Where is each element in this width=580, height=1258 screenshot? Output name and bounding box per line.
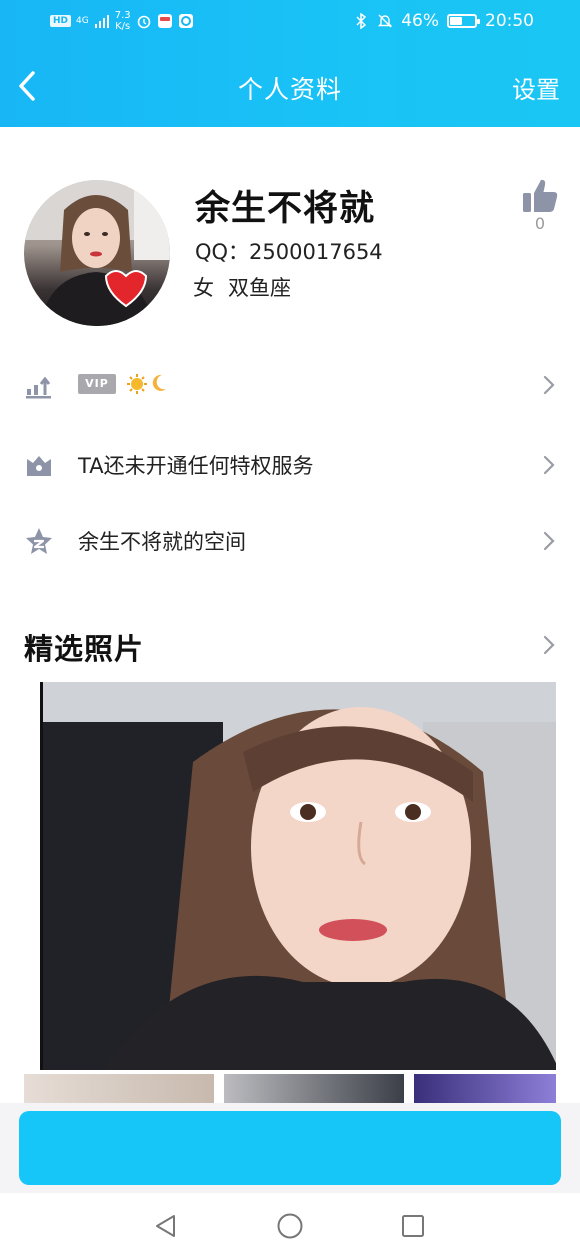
sun-icon bbox=[127, 374, 147, 394]
clock: 20:50 bbox=[485, 11, 534, 31]
avatar-image bbox=[24, 180, 170, 326]
battery-percent: 46% bbox=[401, 11, 439, 31]
profile-name: 余生不将就 bbox=[195, 189, 376, 229]
mute-icon bbox=[378, 14, 393, 28]
moon-icon bbox=[152, 374, 166, 391]
status-left: HD 4G 7.3 K/s bbox=[50, 10, 194, 32]
hd-indicator: HD bbox=[50, 15, 72, 27]
status-right: 46% 20:50 bbox=[353, 11, 534, 31]
profile-meta: 女 双鱼座 bbox=[193, 272, 291, 302]
alarm-icon bbox=[137, 15, 150, 29]
photo-thumbnail[interactable] bbox=[24, 1074, 214, 1104]
privilege-row[interactable]: TA还未开通任何特权服务 bbox=[0, 430, 580, 500]
primary-action-button[interactable] bbox=[19, 1111, 561, 1185]
star-icon bbox=[26, 528, 52, 554]
space-row[interactable]: 余生不将就的空间 bbox=[0, 506, 580, 576]
photo-thumbnail[interactable] bbox=[414, 1074, 556, 1104]
level-row[interactable]: VIP bbox=[0, 350, 580, 420]
thumbs-up-icon[interactable] bbox=[520, 176, 560, 216]
settings-button[interactable]: 设置 bbox=[512, 70, 560, 105]
battery-icon bbox=[447, 14, 480, 28]
gender: 女 bbox=[193, 276, 214, 300]
browser-notification-icon bbox=[178, 14, 193, 28]
vip-badge: VIP bbox=[78, 374, 116, 394]
photos-section-title: 精选照片 bbox=[24, 632, 145, 666]
nav-back-icon[interactable] bbox=[153, 1213, 179, 1239]
space-label: 余生不将就的空间 bbox=[78, 530, 246, 554]
speed-value: 7.3 bbox=[114, 10, 131, 21]
signal-icon bbox=[94, 15, 109, 28]
level-up-icon bbox=[26, 376, 51, 399]
nav-recent-apps-icon[interactable] bbox=[401, 1214, 425, 1238]
network-speed: 7.3 K/s bbox=[115, 10, 131, 32]
top-app-bar: HD 4G 7.3 K/s 46% 20:50 个人资料 设置 bbox=[0, 0, 580, 127]
privilege-label: TA还未开通任何特权服务 bbox=[78, 454, 314, 478]
avatar[interactable] bbox=[24, 180, 170, 326]
featured-photo-image bbox=[43, 682, 556, 1070]
zodiac: 双鱼座 bbox=[228, 276, 291, 300]
status-bar: HD 4G 7.3 K/s 46% 20:50 bbox=[0, 0, 580, 46]
crown-icon bbox=[27, 456, 51, 476]
like-count: 0 bbox=[534, 214, 546, 233]
chevron-right-icon bbox=[543, 455, 555, 475]
qq-number: QQ：2500017654 bbox=[195, 240, 383, 264]
bluetooth-icon bbox=[356, 13, 367, 29]
battery-level bbox=[450, 17, 462, 25]
speed-unit: K/s bbox=[115, 21, 131, 32]
chevron-right-icon[interactable] bbox=[542, 634, 556, 656]
app-notification-icon bbox=[157, 14, 172, 28]
featured-photo[interactable] bbox=[40, 682, 556, 1070]
network-label: 4G bbox=[76, 16, 89, 26]
chevron-right-icon bbox=[543, 375, 555, 395]
chevron-right-icon bbox=[543, 531, 555, 551]
photo-thumbnail[interactable] bbox=[224, 1074, 404, 1104]
nav-home-icon[interactable] bbox=[276, 1212, 304, 1240]
page-title: 个人资料 bbox=[237, 75, 342, 104]
